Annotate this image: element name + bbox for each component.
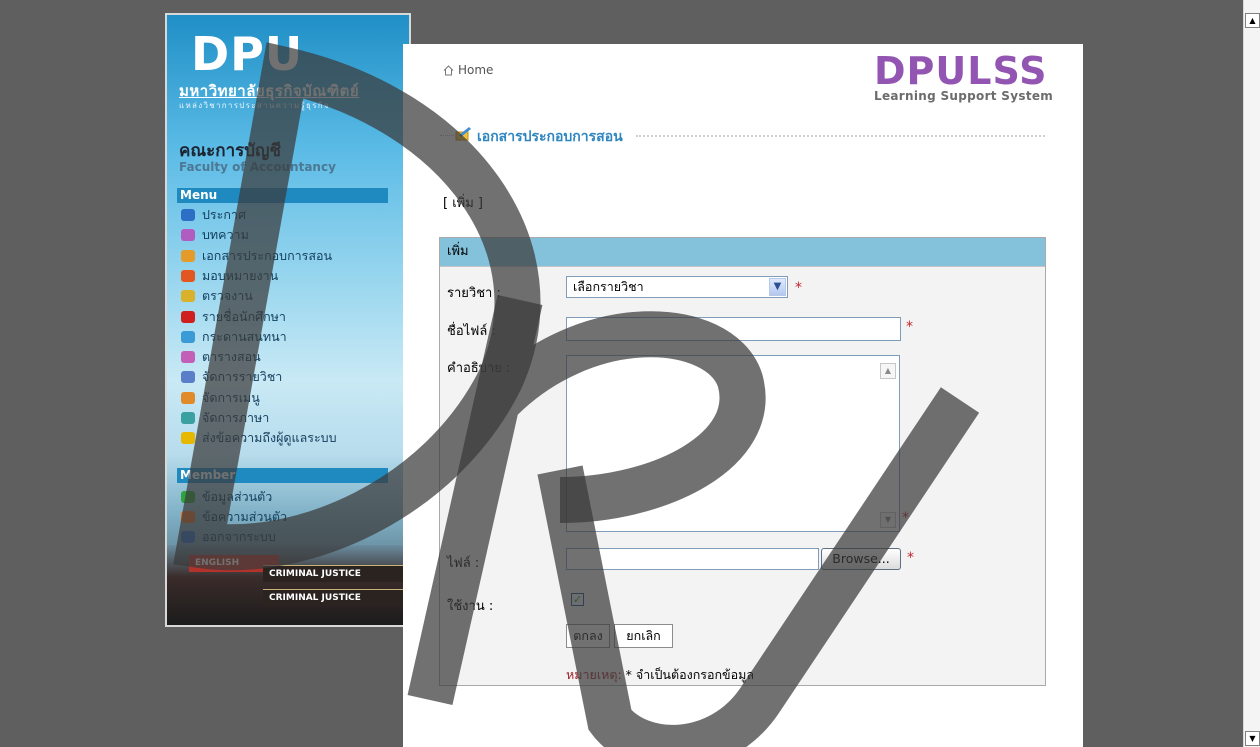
menu-item-profile[interactable]: ข้อมูลส่วนตัว: [181, 488, 272, 506]
manage-course-icon: [181, 371, 195, 384]
course-label: รายวิชา :: [447, 286, 501, 301]
announcement-icon: [181, 209, 195, 221]
menu-item-label: มอบหมายงาน: [202, 267, 279, 283]
section-heading: เอกสารประกอบการสอน: [440, 126, 1045, 145]
scroll-up-arrow-icon[interactable]: ▲: [1245, 13, 1260, 28]
menu-item-label: ข้อความส่วนตัว: [202, 509, 288, 524]
document-icon: [181, 249, 195, 262]
private-message-icon: [181, 511, 195, 523]
books-image: ENGLISH CRIMINAL JUSTICE CRIMINAL JUSTIC…: [167, 545, 409, 625]
page-scrollbar[interactable]: ▲ ▼: [1243, 0, 1260, 747]
menu-item-label: จัดการเมนู: [202, 389, 260, 405]
file-path-input[interactable]: [566, 548, 819, 570]
section-title: เอกสารประกอบการสอน: [477, 129, 623, 145]
filename-input[interactable]: [566, 317, 901, 341]
note-label: หมายเหตุ:: [566, 667, 622, 682]
menu-item-logout[interactable]: ออกจากระบบ: [181, 528, 276, 546]
menu-item-private-message[interactable]: ข้อความส่วนตัว: [181, 508, 287, 526]
form-header: เพิ่ม: [440, 238, 1045, 267]
menu-item-assignment[interactable]: มอบหมายงาน: [181, 267, 278, 285]
menu-item-label: จัดการภาษา: [202, 410, 270, 425]
home-icon: [443, 64, 454, 75]
menu-item-label: รายชื่อนักศึกษา: [202, 308, 286, 324]
scroll-down-arrow-icon[interactable]: ▼: [880, 512, 896, 528]
menu-item-message-admin[interactable]: ส่งข้อความถึงผู้ดูแลระบบ: [181, 429, 337, 447]
menu-item-label: เอกสารประกอบการสอน: [202, 247, 333, 263]
member-heading: Member: [177, 468, 388, 483]
active-label: ใช้งาน :: [447, 599, 494, 614]
document-pencil-icon: [455, 127, 471, 141]
required-note: หมายเหตุ: * จำเป็นต้องกรอกข้อมูล: [566, 665, 754, 685]
menu-item-label: ตรวจงาน: [202, 288, 253, 304]
dpulss-subtitle: Learning Support System: [874, 89, 1054, 103]
divider: [440, 135, 454, 136]
add-document-form: เพิ่ม รายวิชา : เลือกรายวิชา ▼ * ชื่อไฟล…: [439, 237, 1046, 686]
logout-icon: [181, 531, 195, 543]
faculty-banner: DPU มหาวิทยาลัยธุรกิจบัณฑิตย์ แหล่งวิชาก…: [165, 13, 411, 627]
filename-label: ชื่อไฟล์ :: [447, 324, 496, 339]
forum-icon: [181, 330, 195, 343]
required-mark: *: [907, 550, 914, 566]
menu-item-manage-menu[interactable]: จัดการเมนู: [181, 389, 260, 407]
description-label: คำอธิบาย :: [447, 361, 511, 376]
submit-button[interactable]: ตกลง: [566, 624, 610, 648]
dpu-logo: DPU: [191, 27, 304, 81]
message-admin-icon: [181, 432, 195, 445]
menu-item-label: ออกจากระบบ: [202, 529, 276, 544]
home-link[interactable]: Home: [443, 63, 493, 77]
menu-item-schedule[interactable]: ตารางสอน: [181, 348, 261, 366]
required-mark: *: [906, 319, 913, 335]
book-spine-criminal-justice: CRIMINAL JUSTICE: [263, 589, 403, 606]
student-list-icon: [181, 310, 195, 323]
menu-item-forum[interactable]: กระดานสนทนา: [181, 328, 287, 346]
menu-item-label: ส่งข้อความถึงผู้ดูแลระบบ: [202, 430, 337, 446]
active-checkbox[interactable]: ✓: [571, 593, 584, 606]
divider: [636, 135, 1045, 137]
add-link[interactable]: [ เพิ่ม ]: [443, 192, 483, 213]
course-select[interactable]: เลือกรายวิชา ▼: [566, 276, 788, 298]
article-icon: [181, 229, 195, 242]
manage-menu-icon: [181, 391, 195, 404]
file-label: ไฟล์ :: [447, 556, 480, 571]
browse-button[interactable]: Browse...: [821, 548, 901, 570]
chevron-down-icon[interactable]: ▼: [769, 278, 786, 296]
assignment-icon: [181, 269, 195, 282]
menu-item-manage-language[interactable]: จัดการภาษา: [181, 409, 269, 427]
home-label: Home: [458, 63, 494, 77]
menu-item-label: ข้อมูลส่วนตัว: [202, 489, 273, 504]
note-text: * จำเป็นต้องกรอกข้อมูล: [625, 667, 755, 682]
menu-item-document[interactable]: เอกสารประกอบการสอน: [181, 247, 332, 265]
book-spine-criminal-justice: CRIMINAL JUSTICE: [263, 565, 403, 582]
menu-item-label: ประกาศ: [202, 207, 246, 222]
scroll-down-arrow-icon[interactable]: ▼: [1245, 731, 1260, 746]
required-mark: *: [795, 280, 802, 296]
menu-item-label: กระดานสนทนา: [202, 328, 287, 344]
faculty-name-english: Faculty of Accountancy: [179, 160, 336, 174]
university-tagline: แหล่งวิชาการประสานความรู้ธุรกิจ: [179, 101, 330, 110]
menu-item-label: จัดการรายวิชา: [202, 369, 283, 385]
dpulss-logo: DPULSS: [874, 49, 1048, 93]
course-select-value: เลือกรายวิชา: [573, 279, 644, 294]
menu-item-label: ตารางสอน: [202, 349, 261, 365]
menu-item-check-work[interactable]: ตรวจงาน: [181, 287, 253, 305]
scroll-up-arrow-icon[interactable]: ▲: [880, 363, 896, 379]
menu-item-label: บทความ: [202, 227, 249, 243]
menu-heading: Menu: [177, 188, 388, 203]
profile-icon: [181, 491, 195, 503]
check-work-icon: [181, 290, 195, 303]
menu-item-student-list[interactable]: รายชื่อนักศึกษา: [181, 308, 286, 326]
cancel-button[interactable]: ยกเลิก: [614, 624, 673, 648]
description-textarea[interactable]: ▲ ▼: [566, 355, 900, 532]
menu-item-announcement[interactable]: ประกาศ: [181, 206, 246, 224]
required-mark: *: [902, 510, 909, 526]
manage-language-icon: [181, 412, 195, 424]
menu-item-article[interactable]: บทความ: [181, 226, 249, 244]
schedule-icon: [181, 351, 195, 364]
menu-item-manage-course[interactable]: จัดการรายวิชา: [181, 368, 282, 386]
